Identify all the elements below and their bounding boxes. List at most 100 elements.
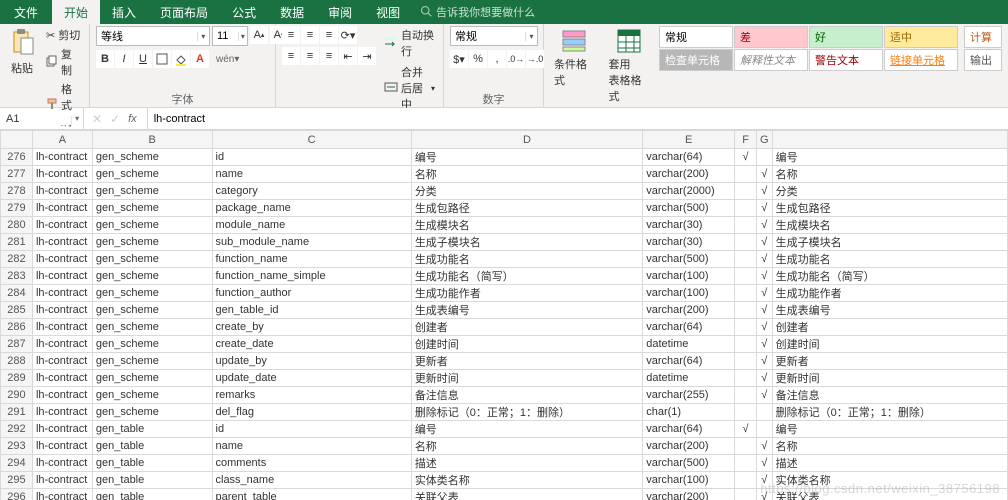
cell[interactable]: gen_scheme xyxy=(92,251,212,268)
row-header[interactable]: 278 xyxy=(1,183,33,200)
cell[interactable]: sub_module_name xyxy=(212,234,411,251)
cell[interactable] xyxy=(735,166,757,183)
format-table-button[interactable]: 套用 表格格式 xyxy=(605,26,654,106)
cell[interactable]: lh-contract xyxy=(32,217,92,234)
table-row[interactable]: 290 lh-contract gen_scheme remarks 备注信息 … xyxy=(1,387,1008,404)
row-header[interactable]: 288 xyxy=(1,353,33,370)
cell[interactable]: gen_scheme xyxy=(92,200,212,217)
cell[interactable]: lh-contract xyxy=(32,268,92,285)
cell[interactable]: 生成功能名（简写） xyxy=(411,268,642,285)
cell[interactable]: lh-contract xyxy=(32,149,92,166)
merge-center-button[interactable]: 合并后居中▾ xyxy=(382,63,437,113)
row-header[interactable]: 291 xyxy=(1,404,33,421)
table-row[interactable]: 277 lh-contract gen_scheme name 名称 varch… xyxy=(1,166,1008,183)
row-header[interactable]: 280 xyxy=(1,217,33,234)
table-row[interactable]: 296 lh-contract gen_table parent_table 关… xyxy=(1,489,1008,500)
cell[interactable]: gen_table xyxy=(92,489,212,500)
cell[interactable]: gen_table_id xyxy=(212,302,411,319)
paste-button[interactable]: 粘贴 xyxy=(6,26,38,78)
cell[interactable]: del_flag xyxy=(212,404,411,421)
cell[interactable]: gen_table xyxy=(92,472,212,489)
table-row[interactable]: 288 lh-contract gen_scheme update_by 更新者… xyxy=(1,353,1008,370)
cell[interactable]: module_name xyxy=(212,217,411,234)
table-row[interactable]: 284 lh-contract gen_scheme function_auth… xyxy=(1,285,1008,302)
cell[interactable]: varchar(200) xyxy=(643,302,735,319)
cell[interactable] xyxy=(735,217,757,234)
cell[interactable]: √ xyxy=(757,472,773,489)
cell[interactable]: varchar(200) xyxy=(643,166,735,183)
cut-button[interactable]: ✂剪切 xyxy=(44,26,83,44)
cell[interactable]: lh-contract xyxy=(32,353,92,370)
phonetic-guide[interactable]: wén▾ xyxy=(216,54,239,65)
cell[interactable]: lh-contract xyxy=(32,455,92,472)
cancel-edit-icon[interactable]: ✕ xyxy=(92,112,102,126)
cell[interactable]: lh-contract xyxy=(32,200,92,217)
cell[interactable]: gen_table xyxy=(92,438,212,455)
cell[interactable]: update_by xyxy=(212,353,411,370)
cell[interactable] xyxy=(735,336,757,353)
row-header[interactable]: 277 xyxy=(1,166,33,183)
cell[interactable]: √ xyxy=(735,149,757,166)
style-check[interactable]: 检查单元格 xyxy=(659,49,733,71)
style-good[interactable]: 好 xyxy=(809,26,883,48)
cell[interactable]: gen_scheme xyxy=(92,387,212,404)
cell[interactable]: 编号 xyxy=(772,149,1007,166)
cell[interactable]: 生成功能名 xyxy=(772,251,1007,268)
cell[interactable]: 实体类名称 xyxy=(411,472,642,489)
cell[interactable] xyxy=(735,251,757,268)
cell[interactable]: 删除标记（0：正常；1：删除） xyxy=(411,404,642,421)
cell[interactable]: √ xyxy=(757,353,773,370)
cell[interactable]: lh-contract xyxy=(32,183,92,200)
cell[interactable]: √ xyxy=(757,336,773,353)
table-row[interactable]: 279 lh-contract gen_scheme package_name … xyxy=(1,200,1008,217)
cell[interactable]: package_name xyxy=(212,200,411,217)
cell[interactable]: 生成功能作者 xyxy=(411,285,642,302)
cell[interactable]: 备注信息 xyxy=(772,387,1007,404)
cell[interactable]: 生成模块名 xyxy=(411,217,642,234)
cell[interactable]: varchar(64) xyxy=(643,353,735,370)
col-header[interactable]: D xyxy=(411,131,642,149)
cell[interactable] xyxy=(757,149,773,166)
cell[interactable]: 生成子模块名 xyxy=(411,234,642,251)
row-header[interactable]: 282 xyxy=(1,251,33,268)
cell[interactable]: lh-contract xyxy=(32,319,92,336)
table-row[interactable]: 281 lh-contract gen_scheme sub_module_na… xyxy=(1,234,1008,251)
cell[interactable] xyxy=(735,472,757,489)
table-row[interactable]: 295 lh-contract gen_table class_name 实体类… xyxy=(1,472,1008,489)
cell[interactable] xyxy=(735,183,757,200)
cell[interactable]: 名称 xyxy=(772,438,1007,455)
italic-button[interactable]: I xyxy=(115,50,133,68)
cell[interactable]: 更新者 xyxy=(772,353,1007,370)
row-header[interactable]: 285 xyxy=(1,302,33,319)
cell[interactable]: √ xyxy=(757,319,773,336)
cell[interactable]: varchar(64) xyxy=(643,319,735,336)
row-header[interactable]: 289 xyxy=(1,370,33,387)
name-box[interactable]: ▾ xyxy=(0,108,84,129)
cell[interactable]: 分类 xyxy=(772,183,1007,200)
row-header[interactable]: 290 xyxy=(1,387,33,404)
cell[interactable] xyxy=(735,489,757,500)
cell[interactable] xyxy=(735,285,757,302)
cell[interactable]: lh-contract xyxy=(32,438,92,455)
style-calc[interactable]: 计算 xyxy=(964,26,1002,48)
cell[interactable]: √ xyxy=(757,166,773,183)
copy-button[interactable]: 复制 xyxy=(44,45,83,79)
enter-edit-icon[interactable]: ✓ xyxy=(110,112,120,126)
cell[interactable]: √ xyxy=(757,302,773,319)
increase-decimal-button[interactable]: .0→ xyxy=(507,50,525,68)
style-normal[interactable] xyxy=(659,26,733,48)
cell[interactable]: lh-contract xyxy=(32,387,92,404)
col-header[interactable]: G xyxy=(757,131,773,149)
cell[interactable]: 备注信息 xyxy=(411,387,642,404)
cell[interactable]: gen_scheme xyxy=(92,166,212,183)
cell[interactable]: 生成功能名（简写） xyxy=(772,268,1007,285)
cell[interactable]: 创建者 xyxy=(411,319,642,336)
cell[interactable]: gen_scheme xyxy=(92,319,212,336)
cell[interactable] xyxy=(735,438,757,455)
select-all-corner[interactable] xyxy=(1,131,33,149)
cell-styles-gallery[interactable]: 差 好 适中 检查单元格 解释性文本 警告文本 链接单元格 xyxy=(659,26,958,71)
cell[interactable]: lh-contract xyxy=(32,472,92,489)
conditional-format-button[interactable]: 条件格式 xyxy=(550,26,599,90)
table-row[interactable]: 292 lh-contract gen_table id 编号 varchar(… xyxy=(1,421,1008,438)
cell[interactable]: 生成表编号 xyxy=(772,302,1007,319)
